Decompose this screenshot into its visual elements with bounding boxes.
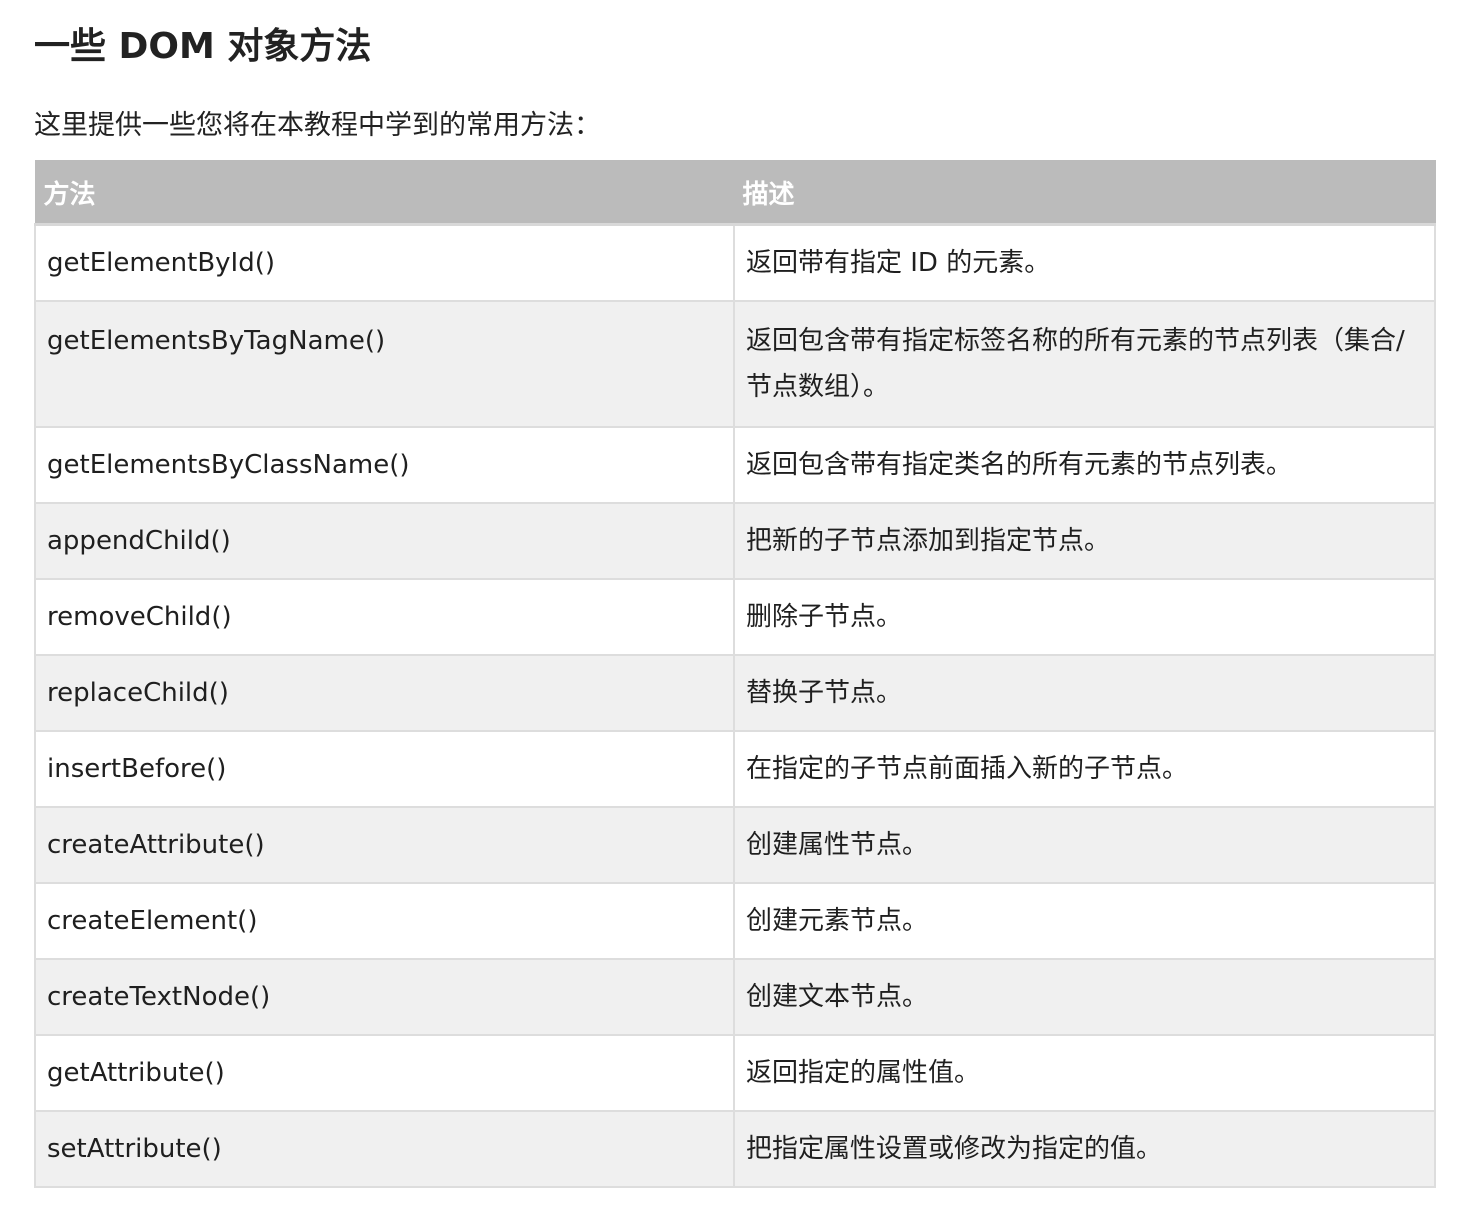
description-cell: 返回包含带有指定标签名称的所有元素的节点列表（集合/节点数组）。 bbox=[733, 300, 1436, 428]
description-cell: 替换子节点。 bbox=[733, 654, 1436, 732]
table-row: createAttribute() 创建属性节点。 bbox=[34, 806, 1436, 884]
description-cell: 删除子节点。 bbox=[733, 578, 1436, 656]
description-cell: 创建元素节点。 bbox=[733, 882, 1436, 960]
table-row: getElementById() 返回带有指定 ID 的元素。 bbox=[34, 223, 1436, 302]
method-cell: removeChild() bbox=[34, 578, 735, 656]
table-header-row: 方法 描述 bbox=[34, 160, 1436, 226]
table-row: removeChild() 删除子节点。 bbox=[34, 578, 1436, 656]
method-cell: appendChild() bbox=[34, 502, 735, 580]
method-cell: setAttribute() bbox=[34, 1110, 735, 1188]
method-cell: getElementsByClassName() bbox=[34, 426, 735, 504]
table-row: getAttribute() 返回指定的属性值。 bbox=[34, 1034, 1436, 1112]
description-cell: 在指定的子节点前面插入新的子节点。 bbox=[733, 730, 1436, 808]
dom-methods-table: 方法 描述 getElementById() 返回带有指定 ID 的元素。 ge… bbox=[34, 160, 1436, 1188]
table-row: createTextNode() 创建文本节点。 bbox=[34, 958, 1436, 1036]
description-cell: 返回包含带有指定类名的所有元素的节点列表。 bbox=[733, 426, 1436, 504]
table-row: getElementsByTagName() 返回包含带有指定标签名称的所有元素… bbox=[34, 300, 1436, 428]
table-row: createElement() 创建元素节点。 bbox=[34, 882, 1436, 960]
method-cell: createTextNode() bbox=[34, 958, 735, 1036]
method-cell: insertBefore() bbox=[34, 730, 735, 808]
method-cell: replaceChild() bbox=[34, 654, 735, 732]
description-cell: 创建属性节点。 bbox=[733, 806, 1436, 884]
method-cell: getElementById() bbox=[34, 223, 735, 302]
table-row: replaceChild() 替换子节点。 bbox=[34, 654, 1436, 732]
intro-text: 这里提供一些您将在本教程中学到的常用方法： bbox=[34, 110, 601, 141]
method-cell: createElement() bbox=[34, 882, 735, 960]
method-cell: createAttribute() bbox=[34, 806, 735, 884]
table-row: setAttribute() 把指定属性设置或修改为指定的值。 bbox=[34, 1110, 1436, 1188]
method-cell: getElementsByTagName() bbox=[34, 300, 735, 428]
description-cell: 把新的子节点添加到指定节点。 bbox=[733, 502, 1436, 580]
dom-methods-section: 一些 DOM 对象方法 这里提供一些您将在本教程中学到的常用方法： 方法 描述 … bbox=[34, 0, 1436, 1188]
table-row: getElementsByClassName() 返回包含带有指定类名的所有元素… bbox=[34, 426, 1436, 504]
section-title: 一些 DOM 对象方法 bbox=[34, 26, 372, 67]
description-cell: 创建文本节点。 bbox=[733, 958, 1436, 1036]
header-description: 描述 bbox=[733, 160, 1436, 226]
method-cell: getAttribute() bbox=[34, 1034, 735, 1112]
table-row: insertBefore() 在指定的子节点前面插入新的子节点。 bbox=[34, 730, 1436, 808]
description-cell: 返回带有指定 ID 的元素。 bbox=[733, 223, 1436, 302]
description-cell: 把指定属性设置或修改为指定的值。 bbox=[733, 1110, 1436, 1188]
description-cell: 返回指定的属性值。 bbox=[733, 1034, 1436, 1112]
table-row: appendChild() 把新的子节点添加到指定节点。 bbox=[34, 502, 1436, 580]
header-method: 方法 bbox=[34, 160, 735, 226]
